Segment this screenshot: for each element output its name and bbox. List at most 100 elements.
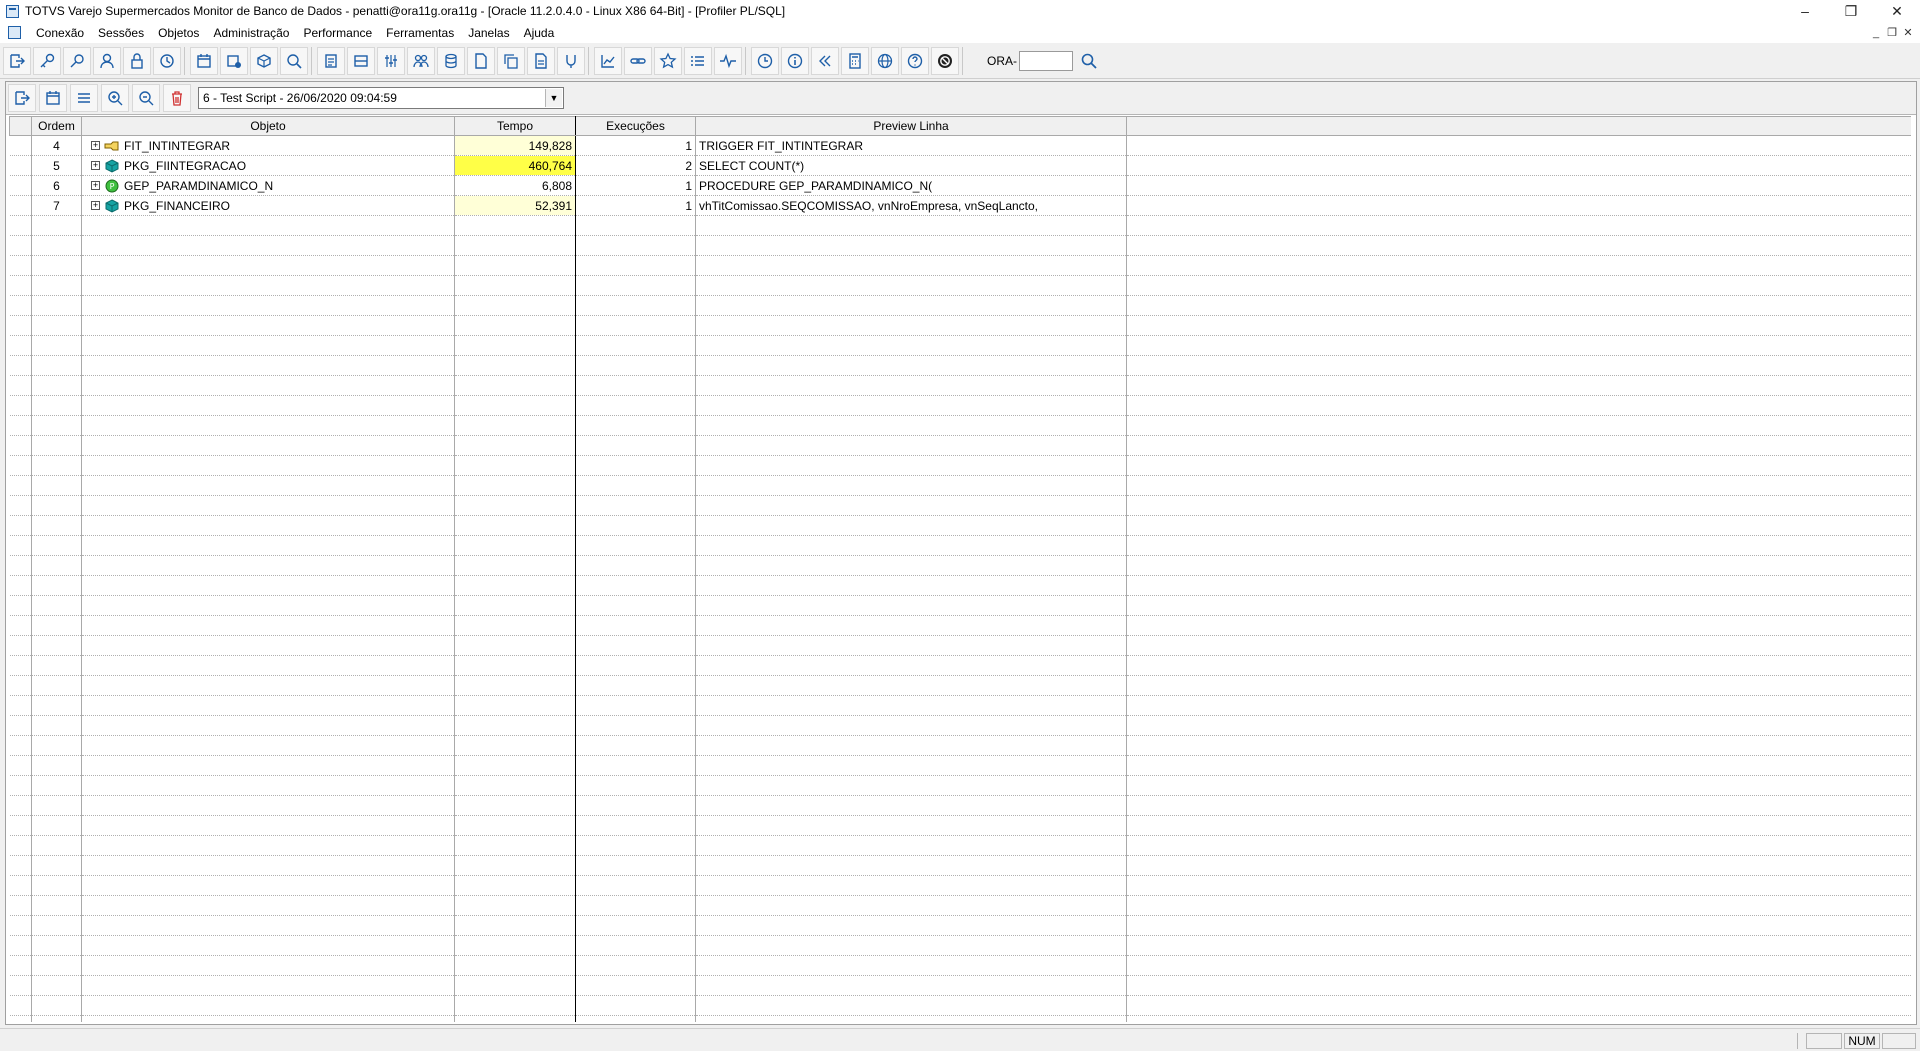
package-button[interactable]	[250, 47, 278, 75]
exit-icon	[15, 91, 30, 105]
mdi-restore-button[interactable]: ❐	[1884, 26, 1900, 39]
lock-button[interactable]	[123, 47, 151, 75]
mdi-minimize-button[interactable]: _	[1868, 27, 1884, 39]
disconnect-button[interactable]	[63, 47, 91, 75]
column-header-tempo[interactable]: Tempo	[454, 116, 576, 136]
profiler-exit-button[interactable]	[8, 84, 36, 112]
connect-button[interactable]	[33, 47, 61, 75]
help-button[interactable]	[901, 47, 929, 75]
report-button[interactable]	[317, 47, 345, 75]
stop-icon	[938, 54, 952, 68]
profiler-calendar-button[interactable]	[39, 84, 67, 112]
menu-objetos[interactable]: Objetos	[151, 26, 206, 40]
expand-icon[interactable]: +	[91, 181, 100, 190]
search-objects-button[interactable]	[280, 47, 308, 75]
calendar-button[interactable]	[190, 47, 218, 75]
zoom-out-button[interactable]	[132, 84, 160, 112]
empty-cell	[695, 655, 1127, 676]
parameters-button[interactable]	[377, 47, 405, 75]
column-header-objeto[interactable]: Objeto	[81, 116, 455, 136]
table-row[interactable]: 6 + P GEP_PARAMDINAMICO_N 6,808 1 PROCED…	[9, 175, 1911, 196]
row-indicator	[9, 155, 32, 176]
objeto-name: GEP_PARAMDINAMICO_N	[124, 178, 274, 193]
run-select[interactable]: 6 - Test Script - 26/06/2020 09:04:59 ▼	[198, 87, 564, 109]
menu-janelas[interactable]: Janelas	[461, 26, 516, 40]
column-header-execucoes[interactable]: Execuções	[575, 116, 696, 136]
expand-icon[interactable]: +	[91, 141, 100, 150]
ora-search-button[interactable]	[1079, 51, 1099, 71]
empty-cell	[695, 675, 1127, 696]
empty-cell	[31, 955, 82, 976]
menu-ferramentas[interactable]: Ferramentas	[379, 26, 461, 40]
copy-button[interactable]	[497, 47, 525, 75]
favorites-button[interactable]	[654, 47, 682, 75]
chevron-down-icon[interactable]: ▼	[545, 89, 562, 107]
table-row[interactable]: 7 + PKG_FINANCEIRO 52,391 1 vhTitComissa…	[9, 195, 1911, 216]
zoom-in-button[interactable]	[101, 84, 129, 112]
chart-button[interactable]	[594, 47, 622, 75]
empty-cell	[9, 795, 32, 816]
empty-cell	[9, 275, 32, 296]
menu-administracao[interactable]: Administração	[206, 26, 296, 40]
tablespace-button[interactable]	[347, 47, 375, 75]
empty-cell	[31, 355, 82, 376]
column-header-preview[interactable]: Preview Linha	[695, 116, 1127, 136]
empty-cell	[81, 655, 455, 676]
table-row[interactable]: 4 + FIT_INTINTEGRAR 149,828 1 TRIGGER FI…	[9, 135, 1911, 156]
web-button[interactable]	[871, 47, 899, 75]
execucoes-cell: 1	[575, 135, 696, 156]
expand-icon[interactable]: +	[91, 161, 100, 170]
empty-cell	[575, 715, 696, 736]
child-window-icon[interactable]	[8, 26, 21, 39]
empty-cell	[695, 455, 1127, 476]
activity-button[interactable]	[714, 47, 742, 75]
zoom-out-icon	[139, 91, 154, 106]
mdi-close-button[interactable]: ✕	[1900, 26, 1916, 39]
menu-sessoes[interactable]: Sessões	[91, 26, 151, 40]
empty-cell	[81, 535, 455, 556]
empty-cell	[31, 295, 82, 316]
empty-cell	[695, 295, 1127, 316]
menu-ajuda[interactable]: Ajuda	[517, 26, 562, 40]
menu-conexao[interactable]: Conexão	[29, 26, 91, 40]
empty-cell	[454, 875, 576, 896]
list-button[interactable]	[684, 47, 712, 75]
exit-button[interactable]	[3, 47, 31, 75]
ora-error-input[interactable]	[1019, 51, 1073, 71]
empty-cell	[9, 835, 32, 856]
users-button[interactable]	[407, 47, 435, 75]
schedule-button[interactable]	[220, 47, 248, 75]
clock-button[interactable]	[751, 47, 779, 75]
info-button[interactable]	[781, 47, 809, 75]
calculator-icon	[849, 53, 861, 69]
close-button[interactable]: ✕	[1874, 0, 1920, 22]
empty-cell	[31, 435, 82, 456]
delete-button[interactable]	[163, 84, 191, 112]
database-button[interactable]	[437, 47, 465, 75]
profiler-grid[interactable]: Ordem Objeto Tempo Execuções Preview Lin…	[9, 116, 1911, 1022]
calculator-button[interactable]	[841, 47, 869, 75]
empty-cell	[81, 255, 455, 276]
stop-button[interactable]	[931, 47, 959, 75]
table-row[interactable]: 5 + PKG_FIINTEGRACAO 460,764 2 SELECT CO…	[9, 155, 1911, 176]
minimize-button[interactable]: –	[1782, 0, 1828, 22]
rewind-button[interactable]	[811, 47, 839, 75]
empty-cell	[454, 215, 576, 236]
empty-cell	[1126, 995, 1911, 1016]
tune-button[interactable]	[557, 47, 585, 75]
empty-cell	[9, 535, 32, 556]
empty-cell	[695, 735, 1127, 756]
empty-cell	[81, 235, 455, 256]
link-button[interactable]	[624, 47, 652, 75]
expand-icon[interactable]: +	[91, 201, 100, 210]
ordem-cell: 4	[31, 135, 82, 156]
restore-button[interactable]: ❐	[1828, 0, 1874, 22]
column-header-ordem[interactable]: Ordem	[31, 116, 82, 136]
history-button[interactable]	[153, 47, 181, 75]
user-button[interactable]	[93, 47, 121, 75]
menu-performance[interactable]: Performance	[296, 26, 379, 40]
log-button[interactable]	[527, 47, 555, 75]
column-header-filler	[1126, 116, 1911, 136]
document-button[interactable]	[467, 47, 495, 75]
profiler-list-button[interactable]	[70, 84, 98, 112]
